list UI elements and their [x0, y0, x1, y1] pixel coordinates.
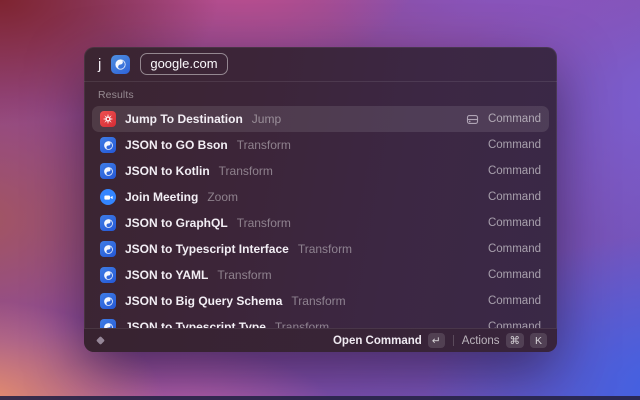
- return-key-icon: ↵: [428, 333, 445, 348]
- zoom-video-icon: [100, 189, 116, 205]
- footer-bar: Open Command ↵ Actions ⌘ K: [84, 328, 557, 352]
- item-type-accessory: Command: [488, 243, 541, 255]
- json-transform-icon: [100, 241, 116, 257]
- item-type-accessory: Command: [488, 113, 541, 125]
- list-item[interactable]: JSON to Big Query Schema Transform Command: [92, 288, 549, 314]
- item-subtitle: Transform: [237, 216, 291, 230]
- disk-icon: [466, 113, 479, 126]
- open-command-label: Open Command: [333, 335, 422, 347]
- open-command-action[interactable]: Open Command ↵: [333, 333, 445, 348]
- item-subtitle: Transform: [291, 294, 345, 308]
- item-title: JSON to GO Bson: [125, 138, 228, 152]
- json-extension-icon: [111, 55, 130, 74]
- item-subtitle: Transform: [217, 268, 271, 282]
- item-type-accessory: Command: [488, 269, 541, 281]
- item-subtitle: Jump: [252, 112, 281, 126]
- json-transform-icon: [100, 293, 116, 309]
- list-item[interactable]: JSON to GO Bson Transform Command: [92, 132, 549, 158]
- search-query-text: j: [98, 56, 101, 73]
- item-title: Jump To Destination: [125, 112, 243, 126]
- item-title: JSON to Kotlin: [125, 164, 210, 178]
- list-item[interactable]: JSON to Typescript Interface Transform Com…: [92, 236, 549, 262]
- item-type-accessory: Command: [488, 295, 541, 307]
- list-item[interactable]: Join Meeting Zoom Command: [92, 184, 549, 210]
- screen-bottom-edge: [0, 396, 640, 400]
- item-subtitle: Zoom: [207, 190, 238, 204]
- list-item[interactable]: Jump To Destination Jump Command: [92, 106, 549, 132]
- results-list: Jump To DestinationJumpCommandJSON to GO…: [84, 106, 557, 340]
- footer-divider: [453, 335, 454, 346]
- item-subtitle: Transform: [237, 138, 291, 152]
- json-transform-icon: [100, 215, 116, 231]
- json-transform-icon: [100, 137, 116, 153]
- k-key: K: [530, 333, 547, 348]
- list-item[interactable]: JSON to YAML Transform Command: [92, 262, 549, 288]
- item-type-accessory: Command: [488, 217, 541, 229]
- list-item[interactable]: JSON to Kotlin Transform Command: [92, 158, 549, 184]
- raycast-window: j google.com Results Jump To Destination…: [84, 47, 557, 352]
- item-title: Join Meeting: [125, 190, 198, 204]
- actions-button[interactable]: Actions ⌘ K: [462, 333, 547, 348]
- search-argument-pill[interactable]: google.com: [140, 53, 227, 76]
- command-key-icon: ⌘: [506, 333, 525, 348]
- item-title: JSON to Typescript Interface: [125, 242, 289, 256]
- item-title: JSON to GraphQL: [125, 216, 228, 230]
- jump-destination-icon: [100, 111, 116, 127]
- results-section-header: Results: [98, 89, 543, 101]
- raycast-logo-icon: [94, 335, 106, 347]
- item-subtitle: Transform: [219, 164, 273, 178]
- item-type-accessory: Command: [488, 191, 541, 203]
- item-type-accessory: Command: [488, 139, 541, 151]
- actions-label: Actions: [462, 335, 500, 347]
- item-type-accessory: Command: [488, 165, 541, 177]
- desktop-background: j google.com Results Jump To Destination…: [0, 0, 640, 400]
- item-title: JSON to YAML: [125, 268, 208, 282]
- json-transform-icon: [100, 163, 116, 179]
- list-item[interactable]: JSON to GraphQL Transform Command: [92, 210, 549, 236]
- json-transform-icon: [100, 267, 116, 283]
- search-bar[interactable]: j google.com: [84, 47, 557, 82]
- item-subtitle: Transform: [298, 242, 352, 256]
- item-title: JSON to Big Query Schema: [125, 294, 282, 308]
